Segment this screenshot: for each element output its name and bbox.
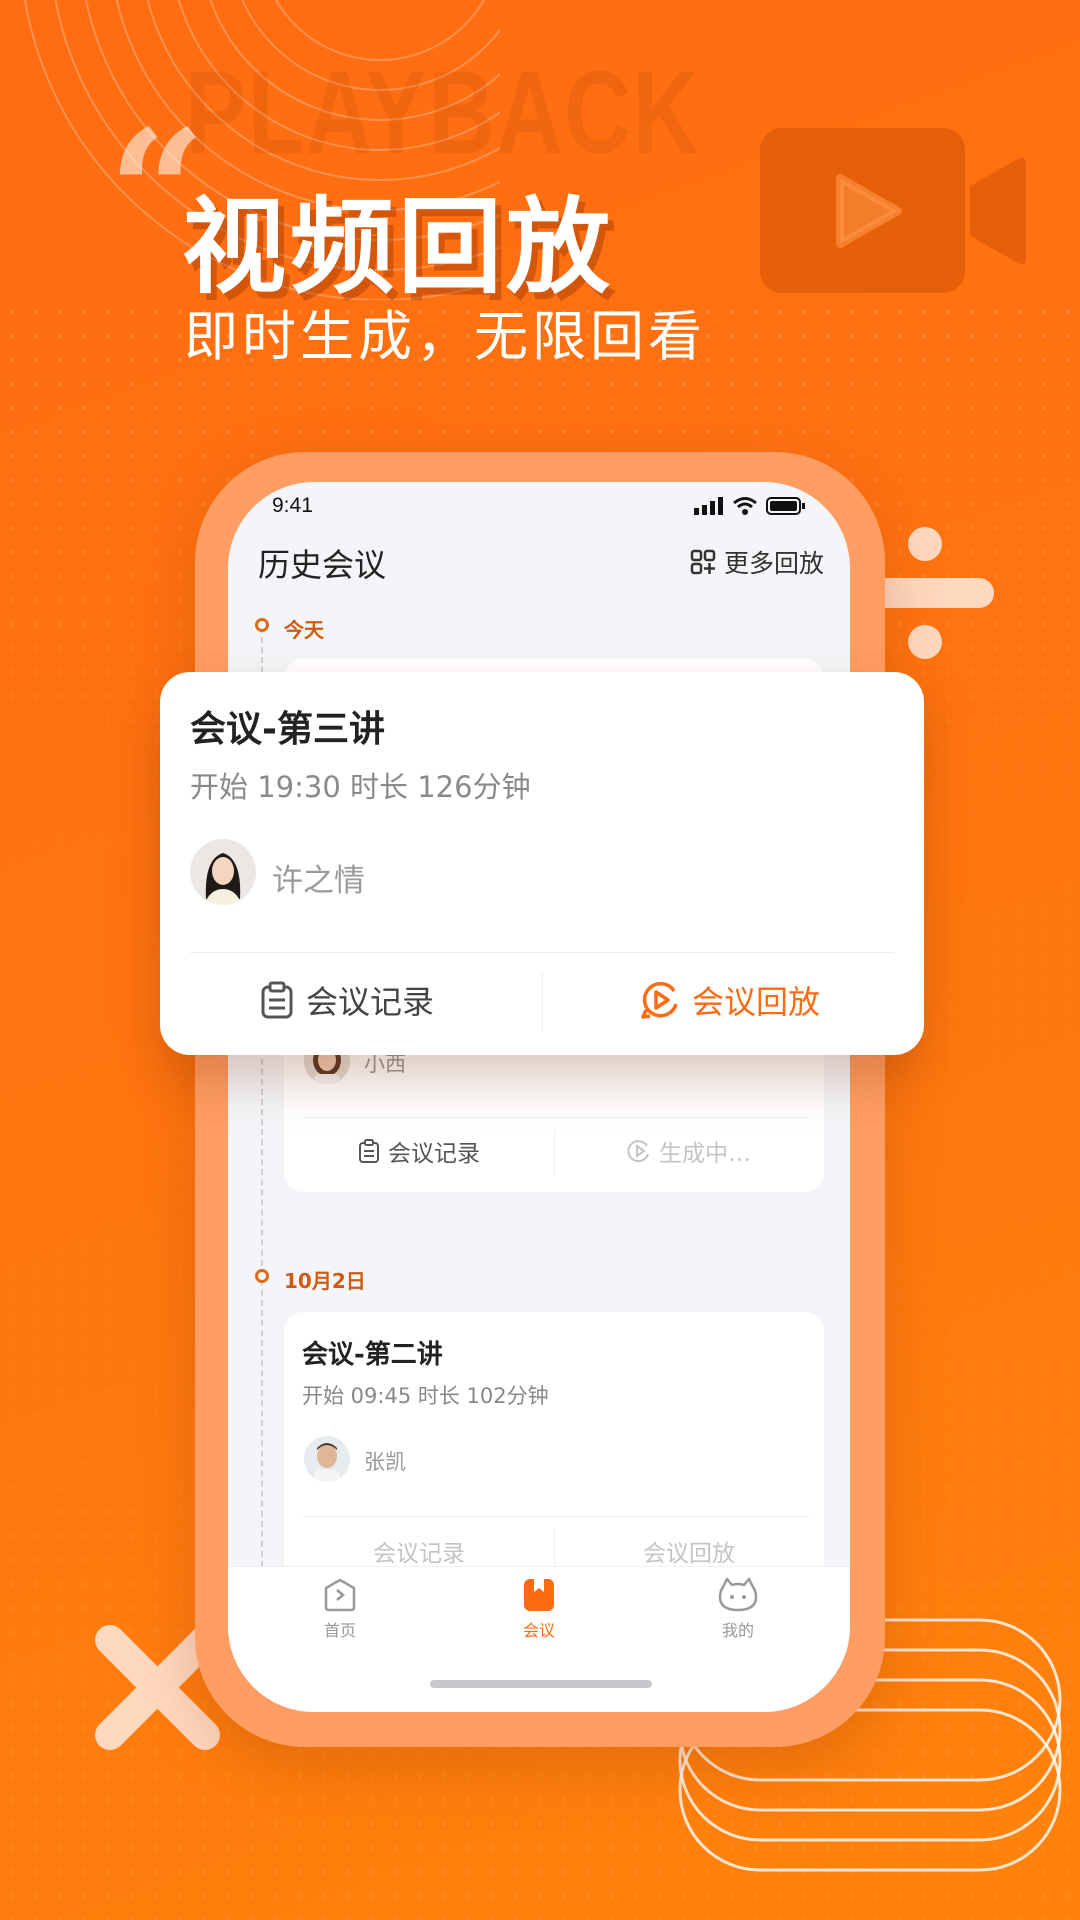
meeting-record-button[interactable]: 会议记录 — [284, 1134, 554, 1168]
bookmark-icon — [524, 1579, 554, 1611]
avatar — [190, 839, 256, 905]
profile-icon — [718, 1577, 758, 1612]
more-playback-button[interactable]: 更多回放 — [690, 544, 824, 580]
card-divider — [190, 952, 894, 953]
clipboard-icon — [359, 1139, 379, 1163]
meeting-record-button[interactable]: 会议记录 — [284, 1534, 554, 1568]
record-label: 会议记录 — [306, 983, 435, 1021]
playback-icon — [641, 981, 678, 1019]
meeting-meta: 开始 19:30 时长 126分钟 — [190, 770, 531, 804]
playback-label: 会议回放 — [643, 1541, 735, 1567]
tab-label: 我的 — [721, 1621, 754, 1640]
host-name: 许之情 — [272, 863, 365, 899]
more-playback-label: 更多回放 — [723, 549, 824, 578]
avatar — [304, 1436, 350, 1482]
status-icons — [694, 496, 806, 516]
tab-label: 首页 — [323, 1621, 356, 1640]
wifi-icon — [733, 497, 757, 515]
generating-status: 生成中… — [554, 1134, 824, 1168]
tab-home[interactable]: 首页 — [280, 1577, 400, 1641]
signal-icon — [694, 497, 723, 515]
subheadline: 即时生成，无限回看 — [184, 305, 706, 368]
page-title: 历史会议 — [258, 546, 387, 584]
meeting-title: 会议-第二讲 — [302, 1340, 443, 1370]
timeline-dot — [255, 1269, 269, 1283]
action-divider — [542, 972, 543, 1032]
tab-meeting[interactable]: 会议 — [479, 1577, 599, 1641]
video-camera-icon — [760, 128, 1026, 293]
timeline-label-today: 今天 — [284, 618, 324, 642]
tab-label: 会议 — [522, 1621, 555, 1640]
status-label: 生成中… — [659, 1141, 751, 1167]
phone-screen: 9:41 历史会议 更多回放 今天 小西 会议记录 生成中… 10月2日 会议-… — [228, 482, 850, 1712]
battery-icon — [766, 497, 805, 515]
meeting-title: 会议-第三讲 — [190, 709, 385, 750]
meeting-playback-button[interactable]: 会议回放 — [640, 977, 820, 1023]
featured-meeting-card[interactable]: 会议-第三讲 开始 19:30 时长 126分钟 许之情 会议记录 会议回放 — [160, 672, 924, 1055]
card-divider — [302, 1117, 810, 1118]
record-label: 会议记录 — [373, 1541, 465, 1567]
tab-bar: 首页 会议 我的 — [228, 1566, 850, 1712]
record-label: 会议记录 — [388, 1141, 480, 1167]
clipboard-icon — [261, 981, 293, 1019]
home-indicator — [430, 1680, 652, 1688]
tab-profile[interactable]: 我的 — [678, 1577, 798, 1641]
headline: 视频回放 — [182, 186, 615, 308]
status-time: 9:41 — [272, 494, 313, 517]
timeline-label-oct2: 10月2日 — [284, 1269, 366, 1293]
host-name: 张凯 — [364, 1450, 406, 1474]
play-circle-icon — [627, 1140, 649, 1163]
playback-label: 会议回放 — [692, 983, 821, 1021]
timeline-dot — [255, 618, 269, 632]
meeting-record-button[interactable]: 会议记录 — [260, 977, 434, 1023]
home-icon — [324, 1578, 356, 1612]
meeting-playback-button[interactable]: 会议回放 — [554, 1534, 824, 1568]
meeting-meta: 开始 09:45 时长 102分钟 — [302, 1384, 549, 1408]
playback-watermark: PLAYBACK — [185, 47, 701, 179]
grid-plus-icon — [690, 549, 716, 575]
card-divider — [302, 1516, 810, 1517]
